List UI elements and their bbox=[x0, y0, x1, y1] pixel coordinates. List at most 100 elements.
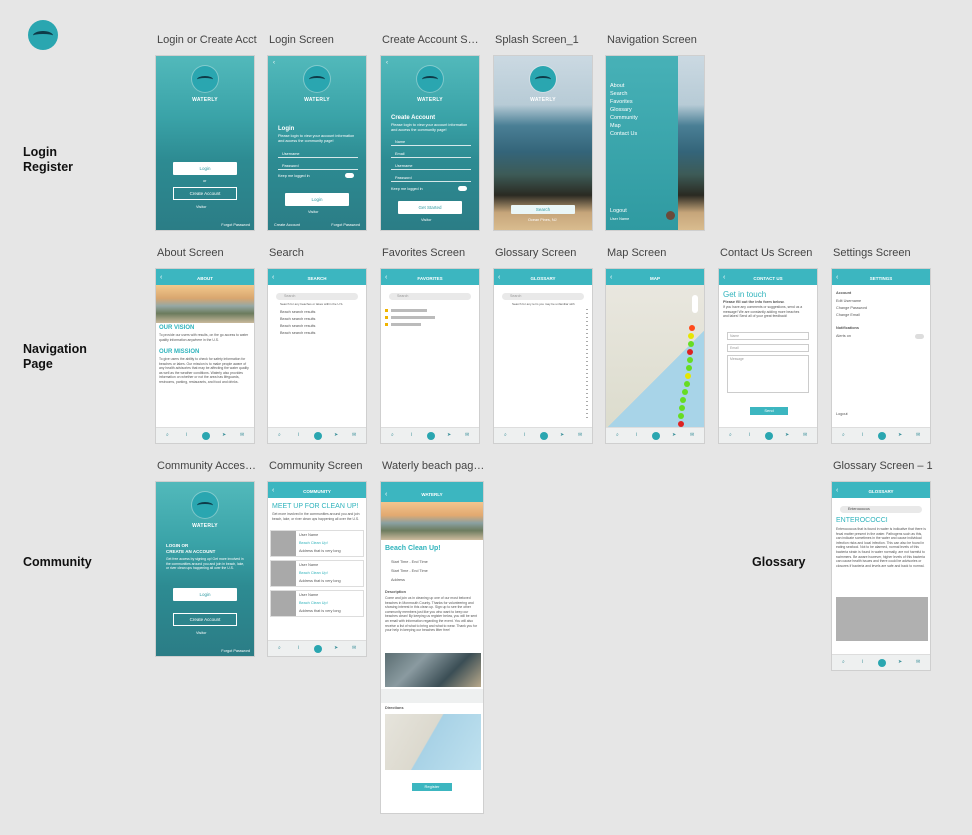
forgot-password-link[interactable]: Forgot Password bbox=[221, 223, 250, 227]
frame-search[interactable]: ‹ SEARCH Search Search for any beaches or… bbox=[267, 268, 367, 444]
forgot-password-link[interactable]: Forgot Password bbox=[221, 649, 250, 653]
search-icon[interactable]: ⌕ bbox=[278, 432, 281, 438]
mail-icon[interactable]: ✉ bbox=[465, 432, 469, 438]
password-field[interactable]: Password bbox=[395, 176, 412, 180]
login-button[interactable]: Login bbox=[173, 588, 237, 601]
frame-glossary[interactable]: ‹ GLOSSARY Search Search for any term you… bbox=[493, 268, 593, 444]
search-input[interactable]: Search bbox=[276, 293, 358, 300]
home-icon[interactable] bbox=[202, 432, 210, 440]
navigate-icon[interactable]: ➤ bbox=[785, 432, 789, 438]
map-controls[interactable] bbox=[692, 295, 698, 313]
frame-map[interactable]: ‹ MAP ⌕ i ➤ ✉ bbox=[605, 268, 705, 444]
info-icon[interactable]: i bbox=[298, 645, 299, 651]
info-icon[interactable]: i bbox=[186, 432, 187, 438]
event-card[interactable]: User Name Beach Clean Up! Address that i… bbox=[270, 530, 364, 557]
logout-link[interactable]: Logout bbox=[610, 208, 627, 214]
register-button[interactable]: Register bbox=[412, 783, 452, 791]
home-icon[interactable] bbox=[314, 432, 322, 440]
back-icon[interactable]: ‹ bbox=[273, 60, 275, 66]
home-icon[interactable] bbox=[314, 645, 322, 653]
map-view[interactable] bbox=[606, 285, 704, 427]
avatar[interactable] bbox=[666, 211, 675, 220]
email-field[interactable]: Email bbox=[727, 344, 809, 352]
search-icon[interactable]: ⌕ bbox=[391, 432, 394, 438]
frame-about[interactable]: ‹ ABOUT OUR VISION To provide our users w… bbox=[155, 268, 255, 444]
frame-login-create[interactable]: WATERLY Login or Create Account Visitor … bbox=[155, 55, 255, 231]
alphabet-index[interactable] bbox=[586, 309, 588, 419]
settings-item[interactable]: Change Password bbox=[836, 306, 867, 310]
password-field[interactable]: Password bbox=[282, 164, 299, 168]
navigate-icon[interactable]: ➤ bbox=[222, 432, 226, 438]
info-icon[interactable]: i bbox=[862, 432, 863, 438]
search-icon[interactable]: ⌕ bbox=[278, 645, 281, 651]
alerts-toggle[interactable] bbox=[915, 334, 924, 339]
frame-create-account[interactable]: ‹ WATERLY Create Account Please login to… bbox=[380, 55, 480, 231]
navigate-icon[interactable]: ➤ bbox=[447, 432, 451, 438]
navigate-icon[interactable]: ➤ bbox=[334, 432, 338, 438]
frame-settings[interactable]: ‹ SETTINGS Account Edit Username Change P… bbox=[831, 268, 931, 444]
card-event[interactable]: Beach Clean Up! bbox=[299, 571, 328, 575]
event-card[interactable]: User Name Beach Clean Up! Address that i… bbox=[270, 560, 364, 587]
search-result[interactable]: Beach search results bbox=[280, 324, 315, 328]
search-icon[interactable]: ⌕ bbox=[842, 659, 845, 665]
frame-community[interactable]: ‹ COMMUNITY MEET UP FOR CLEAN UP! Get mor… bbox=[267, 481, 367, 657]
visitor-link[interactable]: Visitor bbox=[308, 210, 318, 214]
login-button[interactable]: Login bbox=[285, 193, 349, 206]
home-icon[interactable] bbox=[427, 432, 435, 440]
mail-icon[interactable]: ✉ bbox=[803, 432, 807, 438]
photo-gallery[interactable] bbox=[385, 653, 481, 687]
info-icon[interactable]: i bbox=[749, 432, 750, 438]
send-button[interactable]: Send bbox=[750, 407, 788, 415]
card-event[interactable]: Beach Clean Up! bbox=[299, 601, 328, 605]
home-icon[interactable] bbox=[878, 432, 886, 440]
search-result[interactable]: Beach search results bbox=[280, 331, 315, 335]
directions-map[interactable] bbox=[385, 714, 481, 770]
back-icon[interactable]: ‹ bbox=[386, 60, 388, 66]
mail-icon[interactable]: ✉ bbox=[352, 432, 356, 438]
username-field[interactable]: Username bbox=[282, 152, 300, 156]
create-account-link[interactable]: Create Account bbox=[274, 223, 300, 227]
frame-community-access[interactable]: WATERLY LOGIN OR CREATE AN ACCOUNT Get f… bbox=[155, 481, 255, 657]
search-icon[interactable]: ⌕ bbox=[842, 432, 845, 438]
get-started-button[interactable]: Get Started bbox=[398, 201, 462, 214]
navigate-icon[interactable]: ➤ bbox=[898, 659, 902, 665]
home-icon[interactable] bbox=[765, 432, 773, 440]
home-icon[interactable] bbox=[652, 432, 660, 440]
card-event[interactable]: Beach Clean Up! bbox=[299, 541, 328, 545]
frame-favorites[interactable]: ‹ FAVORITES Search ⌕ i ➤ ✉ bbox=[380, 268, 480, 444]
mail-icon[interactable]: ✉ bbox=[916, 659, 920, 665]
name-field[interactable]: Name bbox=[727, 332, 809, 340]
visitor-link[interactable]: Visitor bbox=[421, 218, 431, 222]
info-icon[interactable]: i bbox=[524, 432, 525, 438]
mail-icon[interactable]: ✉ bbox=[352, 645, 356, 651]
visitor-link[interactable]: Visitor bbox=[196, 205, 206, 209]
username-field[interactable]: Username bbox=[395, 164, 413, 168]
name-field[interactable]: Name bbox=[395, 140, 405, 144]
search-input[interactable]: Search bbox=[502, 293, 584, 300]
event-card[interactable]: User Name Beach Clean Up! Address that i… bbox=[270, 590, 364, 617]
create-account-button[interactable]: Create Account bbox=[173, 187, 237, 200]
search-icon[interactable]: ⌕ bbox=[616, 432, 619, 438]
search-result[interactable]: Beach search results bbox=[280, 310, 315, 314]
create-account-button[interactable]: Create Account bbox=[173, 613, 237, 626]
info-icon[interactable]: i bbox=[862, 659, 863, 665]
home-icon[interactable] bbox=[878, 659, 886, 667]
nav-item-contact[interactable]: Contact Us bbox=[610, 130, 637, 139]
frame-splash[interactable]: WATERLY Search Ocean Pines, NJ bbox=[493, 55, 593, 231]
search-icon[interactable]: ⌕ bbox=[504, 432, 507, 438]
navigate-icon[interactable]: ➤ bbox=[334, 645, 338, 651]
search-icon[interactable]: ⌕ bbox=[729, 432, 732, 438]
visitor-link[interactable]: Visitor bbox=[196, 631, 206, 635]
navigate-icon[interactable]: ➤ bbox=[898, 432, 902, 438]
navigate-icon[interactable]: ➤ bbox=[672, 432, 676, 438]
info-icon[interactable]: i bbox=[298, 432, 299, 438]
navigate-icon[interactable]: ➤ bbox=[560, 432, 564, 438]
email-field[interactable]: Email bbox=[395, 152, 405, 156]
frame-navigation[interactable]: About Search Favorites Glossary Communit… bbox=[605, 55, 705, 231]
mail-icon[interactable]: ✉ bbox=[578, 432, 582, 438]
frame-login-screen[interactable]: ‹ WATERLY Login Please login to view you… bbox=[267, 55, 367, 231]
mail-icon[interactable]: ✉ bbox=[690, 432, 694, 438]
search-button[interactable]: Search bbox=[511, 205, 575, 214]
frame-contact[interactable]: ‹ CONTACT US Get in touch Please fill out… bbox=[718, 268, 818, 444]
info-icon[interactable]: i bbox=[636, 432, 637, 438]
